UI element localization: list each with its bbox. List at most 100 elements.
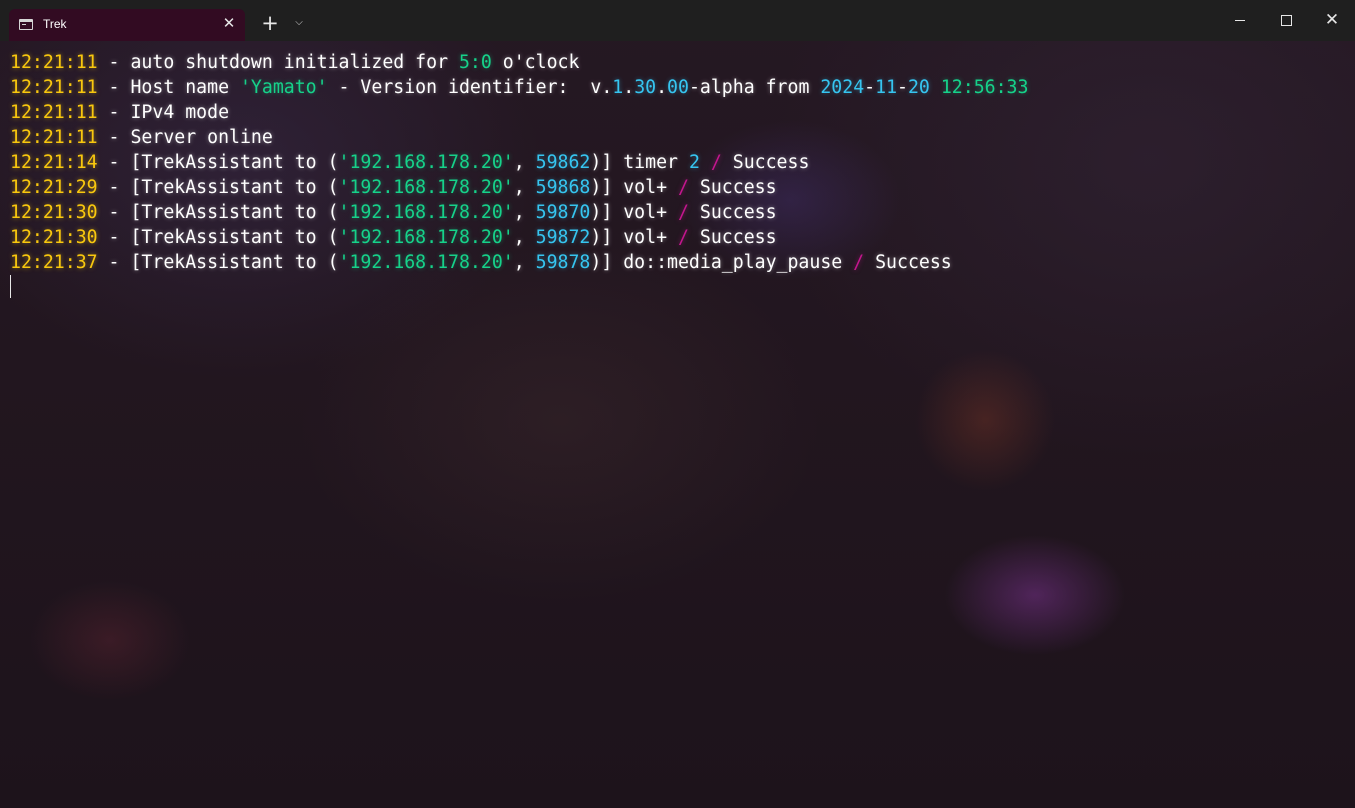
ip-address: '192.168.178.20'	[338, 227, 514, 248]
result-separator: /	[667, 227, 700, 248]
version-minor: 30	[634, 77, 657, 98]
command: timer	[623, 152, 689, 173]
log-text: [TrekAssistant to (	[130, 227, 339, 248]
log-text: o'clock	[491, 52, 580, 73]
log-text: )]	[590, 252, 624, 273]
tab-trek[interactable]: Trek ✕	[9, 9, 245, 41]
separator-dash: -	[97, 227, 131, 248]
command: vol+	[623, 177, 668, 198]
text-cursor	[10, 275, 11, 298]
comma: ,	[513, 252, 536, 273]
build-month: 11	[875, 77, 898, 98]
log-line: 12:21:29 - [TrekAssistant to ('192.168.1…	[10, 175, 1340, 200]
version-major: 1	[612, 77, 624, 98]
date-dash: -	[864, 77, 876, 98]
ip-address: '192.168.178.20'	[338, 152, 514, 173]
separator-dash: -	[97, 52, 131, 73]
timestamp: 12:21:30	[10, 227, 98, 248]
log-text: -alpha from	[688, 77, 821, 98]
separator-dash: -	[97, 202, 131, 223]
ip-address: '192.168.178.20'	[338, 252, 514, 273]
log-text: [TrekAssistant to (	[130, 177, 339, 198]
close-icon: ✕	[1324, 10, 1340, 30]
log-text: )]	[590, 227, 624, 248]
shutdown-hour: 5:0	[458, 52, 492, 73]
log-line: 12:21:30 - [TrekAssistant to ('192.168.1…	[10, 200, 1340, 225]
command: vol+	[623, 202, 668, 223]
result-status: Success	[699, 177, 777, 198]
log-text: [TrekAssistant to (	[130, 202, 339, 223]
port-number: 59868	[535, 177, 591, 198]
close-tab-icon[interactable]: ✕	[218, 12, 240, 34]
version-dot: .	[623, 77, 635, 98]
comma: ,	[513, 177, 536, 198]
port-number: 59870	[535, 202, 591, 223]
version-patch: 00	[667, 77, 689, 98]
log-text: - Version identifier: v.	[327, 77, 613, 98]
command: vol+	[623, 227, 668, 248]
separator-dash: -	[97, 252, 131, 273]
tab-title: Trek	[43, 17, 67, 31]
title-bar[interactable]: Trek ✕ + ⌵ ✕	[0, 0, 1355, 41]
log-text: Host name	[130, 77, 240, 98]
port-number: 59878	[535, 252, 591, 273]
timestamp: 12:21:11	[10, 102, 98, 123]
command: do::media_play_pause	[623, 252, 843, 273]
log-text: auto shutdown initialized for	[130, 52, 459, 73]
build-year: 2024	[820, 77, 865, 98]
date-dash: -	[897, 77, 908, 98]
result-status: Success	[732, 152, 810, 173]
terminal-output[interactable]: 12:21:11 - auto shutdown initialized for…	[10, 50, 1340, 800]
timestamp: 12:21:37	[10, 252, 98, 273]
timestamp: 12:21:30	[10, 202, 98, 223]
chevron-down-icon[interactable]: ⌵	[290, 14, 308, 32]
log-text: )]	[590, 202, 624, 223]
version-dot: .	[656, 77, 668, 98]
log-text: [TrekAssistant to (	[130, 252, 339, 273]
log-text: )]	[590, 177, 624, 198]
comma: ,	[513, 152, 536, 173]
ip-address: '192.168.178.20'	[338, 202, 514, 223]
comma: ,	[513, 202, 536, 223]
log-text: [TrekAssistant to (	[130, 152, 339, 173]
separator-dash: -	[97, 77, 131, 98]
separator-dash: -	[97, 127, 131, 148]
timestamp: 12:21:11	[10, 127, 98, 148]
timestamp: 12:21:11	[10, 77, 98, 98]
log-line: 12:21:11 - Server online	[10, 125, 1340, 150]
log-line: 12:21:11 - auto shutdown initialized for…	[10, 50, 1340, 75]
separator-dash: -	[97, 152, 131, 173]
minimize-button[interactable]	[1217, 0, 1263, 41]
timestamp: 12:21:14	[10, 152, 98, 173]
build-time: 12:56:33	[940, 77, 1029, 98]
result-separator: /	[699, 152, 733, 173]
log-text: )]	[590, 152, 624, 173]
minimize-icon	[1235, 20, 1245, 21]
terminal-icon	[19, 19, 33, 30]
separator-dash: -	[97, 177, 131, 198]
build-day: 20	[907, 77, 930, 98]
log-line: 12:21:37 - [TrekAssistant to ('192.168.1…	[10, 250, 1340, 275]
result-separator: /	[667, 202, 700, 223]
log-line: 12:21:11 - IPv4 mode	[10, 100, 1340, 125]
log-line: 12:21:30 - [TrekAssistant to ('192.168.1…	[10, 225, 1340, 250]
log-line: 12:21:14 - [TrekAssistant to ('192.168.1…	[10, 150, 1340, 175]
new-tab-button[interactable]: +	[258, 11, 282, 35]
port-number: 59872	[535, 227, 591, 248]
log-text: IPv4 mode	[130, 102, 230, 123]
result-status: Success	[699, 202, 777, 223]
terminal-window: Trek ✕ + ⌵ ✕ 12:21:11 - auto shutdown in…	[0, 0, 1355, 808]
result-status: Success	[699, 227, 777, 248]
host-name: 'Yamato'	[239, 77, 328, 98]
maximize-button[interactable]	[1263, 0, 1309, 41]
log-text: Server online	[130, 127, 273, 148]
ip-address: '192.168.178.20'	[338, 177, 514, 198]
result-separator: /	[667, 177, 700, 198]
command-arg: 2	[688, 152, 700, 173]
separator-dash: -	[97, 102, 131, 123]
scrollbar[interactable]	[1344, 41, 1355, 808]
timestamp: 12:21:29	[10, 177, 98, 198]
close-window-button[interactable]: ✕	[1309, 0, 1355, 41]
comma: ,	[513, 227, 536, 248]
